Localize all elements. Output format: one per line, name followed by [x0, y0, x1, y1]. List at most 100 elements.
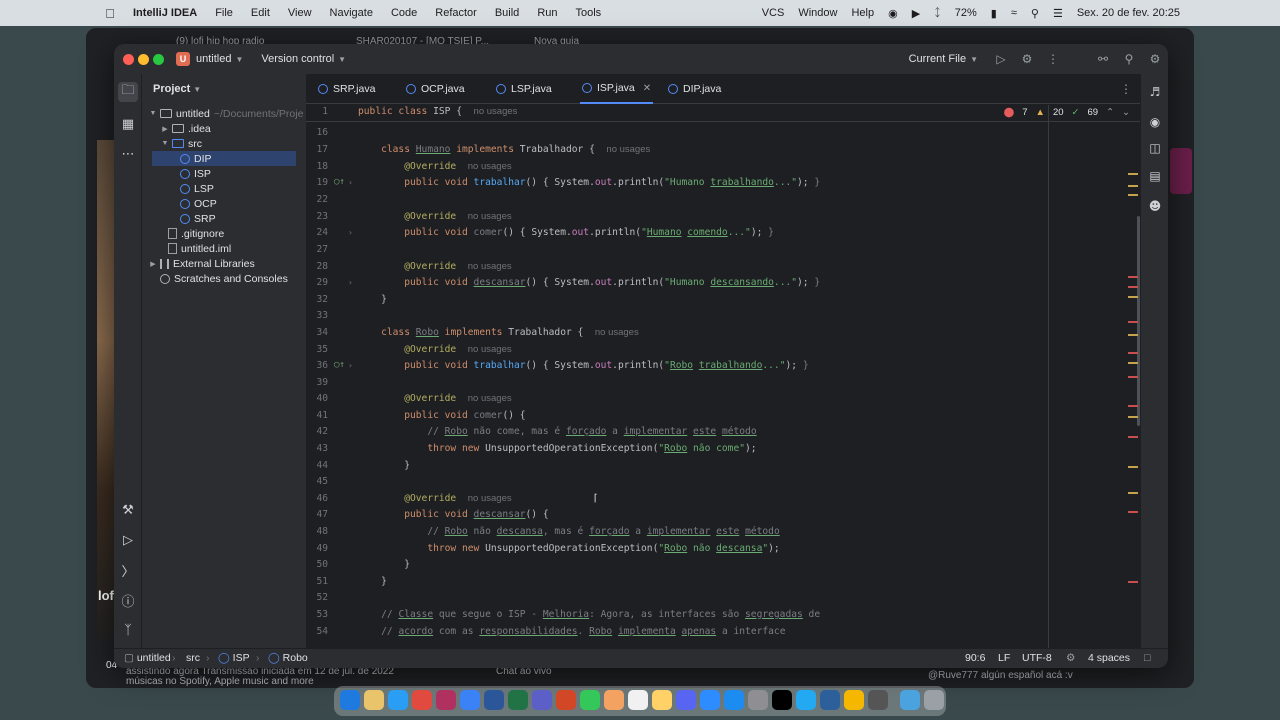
expand-arrow-icon[interactable]: ▼ [160, 140, 170, 147]
intellij-icon[interactable] [772, 690, 792, 710]
search-icon[interactable]: ⚲ [1116, 52, 1142, 66]
more-actions-icon[interactable]: ⋮ [1040, 52, 1066, 66]
launchpad-icon[interactable] [364, 690, 384, 710]
more-tabs-icon[interactable]: ⋮ [1120, 82, 1132, 96]
menu-file[interactable]: File [206, 7, 242, 19]
mail-icon[interactable] [460, 690, 480, 710]
build-hammer-icon[interactable]: ⚒ [118, 500, 138, 520]
breadcrumb-project[interactable]: ▢ untitled [124, 652, 171, 664]
menu-vcs[interactable]: VCS [762, 7, 785, 19]
spotlight-app-icon[interactable] [844, 690, 864, 710]
tree-item-scratches[interactable]: Scratches and Consoles [142, 271, 306, 286]
control-center-icon[interactable]: ☰ [1053, 7, 1063, 20]
ai-assistant-icon[interactable]: ◉ [1145, 112, 1165, 132]
indent-setting[interactable]: 4 spaces [1088, 652, 1130, 664]
safari-icon[interactable] [388, 690, 408, 710]
git-icon[interactable]: ᛉ [118, 620, 138, 640]
breadcrumb-isp[interactable]: ◯ ISP [218, 652, 250, 664]
chevron-up-icon[interactable]: ⌃ [1106, 107, 1114, 118]
teams-icon[interactable] [532, 690, 552, 710]
menu-navigate[interactable]: Navigate [321, 7, 382, 19]
breadcrumb-robo[interactable]: ◯ Robo [268, 652, 308, 664]
finder-icon[interactable] [340, 690, 360, 710]
debug-icon[interactable]: ⚙ [1014, 52, 1040, 66]
tree-item-src[interactable]: ▼ src [142, 136, 306, 151]
notes-icon[interactable] [652, 690, 672, 710]
settings-gear-icon[interactable]: ⚙ [1142, 52, 1168, 66]
lock-icon[interactable]: □ [1144, 652, 1150, 664]
discord-icon[interactable] [676, 690, 696, 710]
run-icon[interactable]: ▷ [988, 52, 1014, 66]
menu-build[interactable]: Build [486, 7, 528, 19]
implements-gutter-icon[interactable]: ◯↑ [334, 360, 345, 370]
minimize-window-button[interactable] [138, 53, 149, 65]
vscode-icon[interactable] [796, 690, 816, 710]
problems-icon[interactable]: ⓘ [118, 590, 138, 610]
inspection-widget[interactable]: ⬤ 7 ▲ 20 ✓ 69 ⌃ ⌄ [1004, 107, 1130, 118]
close-tab-icon[interactable]: ✕ [643, 83, 651, 94]
implements-gutter-icon[interactable]: ◯↑ [334, 177, 345, 187]
menu-refactor[interactable]: Refactor [426, 7, 486, 19]
tree-item-ocp[interactable]: OCP [142, 196, 306, 211]
copilot-icon[interactable]: ☻ [1145, 196, 1165, 216]
xcode-icon[interactable] [820, 690, 840, 710]
add-user-icon[interactable]: ⚯ [1090, 52, 1116, 66]
excel-icon[interactable] [508, 690, 528, 710]
word-icon[interactable] [484, 690, 504, 710]
collapse-arrow-icon[interactable]: ▶ [160, 125, 170, 133]
tab-ocp[interactable]: OCP.java [404, 74, 467, 104]
menu-window[interactable]: Window [798, 7, 837, 19]
tree-item-iml[interactable]: untitled.iml [142, 241, 306, 256]
zoom-window-button[interactable] [153, 53, 164, 65]
tab-isp[interactable]: ISP.java ✕ [580, 74, 654, 104]
run-config-selector[interactable]: Current File [909, 53, 966, 65]
tree-item-isp[interactable]: ISP [142, 166, 306, 181]
tree-item-external-libraries[interactable]: ▶ External Libraries [142, 256, 306, 271]
record-icon[interactable]: ◉ [888, 7, 898, 20]
apple-icon[interactable]:  [100, 6, 120, 21]
tree-item-idea[interactable]: ▶ .idea [142, 121, 306, 136]
screen-recorder-icon[interactable] [868, 690, 888, 710]
messages-icon[interactable] [436, 690, 456, 710]
error-stripe[interactable] [1126, 136, 1140, 668]
version-control-selector[interactable]: Version control [261, 53, 334, 65]
caret-position[interactable]: 90:6 [965, 652, 985, 664]
clock[interactable]: Sex. 20 de fev. 20:25 [1077, 7, 1180, 19]
menu-view[interactable]: View [279, 7, 321, 19]
structure-icon[interactable]: ▦ [118, 114, 138, 134]
expand-arrow-icon[interactable]: ▼ [148, 110, 158, 117]
line-separator[interactable]: LF [998, 652, 1010, 664]
menu-code[interactable]: Code [382, 7, 426, 19]
project-panel-title[interactable]: Project ▼ [153, 83, 201, 95]
downloads-folder-icon[interactable] [900, 690, 920, 710]
database-icon[interactable]: ◫ [1145, 138, 1165, 158]
breadcrumb-src[interactable]: src [186, 652, 200, 664]
spotlight-search-icon[interactable]: ⚲ [1031, 7, 1039, 20]
more-tools-icon[interactable]: ⋯ [118, 144, 138, 164]
terminal-icon[interactable]: 〉 [118, 560, 138, 580]
tab-srp[interactable]: SRP.java [316, 74, 377, 104]
code-area[interactable]: ⬤ 7 ▲ 20 ✓ 69 ⌃ ⌄ 1 public class ISP { no u… [306, 105, 1140, 650]
collapse-arrow-icon[interactable]: ▶ [148, 260, 158, 268]
tree-item-dip[interactable]: DIP [152, 151, 296, 166]
chevron-down-icon[interactable]: ⌄ [1122, 107, 1130, 118]
notifications-bell-icon[interactable]: ♬ [1145, 82, 1165, 102]
calendar-icon[interactable] [628, 690, 648, 710]
tab-dip[interactable]: DIP.java [666, 74, 723, 104]
menu-help[interactable]: Help [851, 7, 874, 19]
app-store-icon[interactable] [724, 690, 744, 710]
system-settings-icon[interactable] [748, 690, 768, 710]
chrome-icon[interactable] [412, 690, 432, 710]
editorconfig-icon[interactable]: ⚙ [1066, 652, 1075, 664]
play-circle-icon[interactable]: ▶ [912, 7, 920, 20]
close-window-button[interactable] [123, 53, 134, 65]
bluetooth-icon[interactable]: ᛨ [934, 7, 941, 19]
photos-icon[interactable] [604, 690, 624, 710]
tree-item-srp[interactable]: SRP [142, 211, 306, 226]
powerpoint-icon[interactable] [556, 690, 576, 710]
menu-tools[interactable]: Tools [567, 7, 611, 19]
tree-root[interactable]: ▼ untitled ~/Documents/Proje [142, 106, 306, 121]
file-encoding[interactable]: UTF-8 [1022, 652, 1052, 664]
wifi-icon[interactable]: ≈ [1011, 7, 1017, 19]
tree-item-lsp[interactable]: LSP [142, 181, 306, 196]
